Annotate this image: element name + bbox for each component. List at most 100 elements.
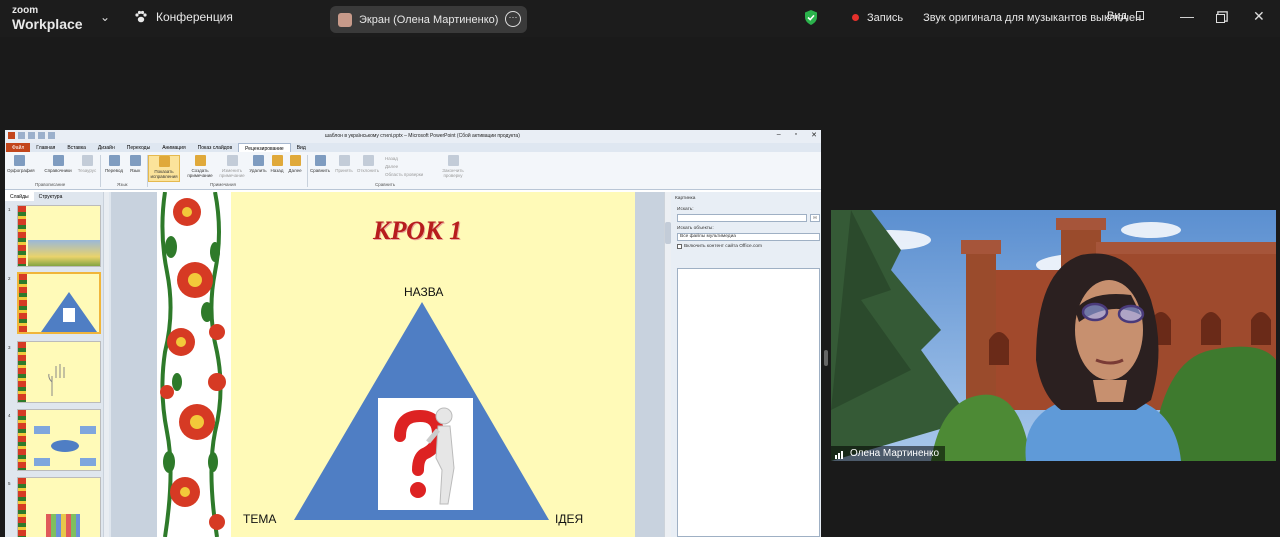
media-type-select[interactable]: Все файлы мультимедиа (677, 233, 820, 241)
record-dot-icon (852, 14, 859, 21)
tab-review[interactable]: Рецензирование (238, 143, 291, 152)
ribbon-tabs: Файл Главная Вставка Дизайн Переходы Ани… (5, 143, 821, 152)
slide-number: 2 (8, 276, 11, 281)
participant-video[interactable] (831, 210, 1276, 461)
chevron-down-icon[interactable]: ⌄ (100, 10, 110, 24)
new-comment-button[interactable]: Создать примечание (185, 155, 215, 178)
view-button[interactable]: Вид (1107, 10, 1144, 22)
tab-slides[interactable]: Слайды (5, 192, 34, 201)
signal-icon (835, 450, 843, 459)
minimize-icon[interactable]: — (1180, 8, 1194, 24)
clipart-results[interactable] (677, 268, 820, 537)
zoom-logo: zoom Workplace (12, 5, 83, 32)
recording-label[interactable]: Запись (867, 12, 903, 24)
end-review-button[interactable]: Закончить проверку (439, 155, 467, 178)
group-language: Язык (117, 182, 128, 187)
compare-icon (314, 155, 326, 166)
sunflowers-image (28, 240, 100, 266)
clipart-search-input[interactable] (677, 214, 807, 222)
screen-share-pill[interactable]: Экран (Олена Мартиненко) ··· (330, 6, 527, 33)
slide-thumbnail-5[interactable] (17, 477, 101, 537)
tab-home[interactable]: Главная (30, 143, 61, 152)
edit-comment-button[interactable]: Изменить примечание (217, 155, 247, 178)
screen-share-label: Экран (Олена Мартиненко) (359, 13, 499, 26)
label-top: НАЗВА (404, 285, 444, 299)
tab-design[interactable]: Дизайн (92, 143, 121, 152)
reject-button[interactable]: Отклонить (356, 155, 380, 173)
tab-file[interactable]: Файл (6, 143, 31, 152)
group-proofing: Правописание (35, 182, 66, 187)
slide-number: 3 (8, 345, 11, 350)
avatar (338, 12, 352, 27)
review-prev[interactable]: Назад (385, 155, 423, 163)
ppt-window-controls[interactable]: – ▫ ✕ (777, 131, 817, 139)
reject-label: Отклонить (356, 168, 380, 173)
delete-comment-button[interactable]: Удалить (248, 155, 268, 173)
slide-scrollbar[interactable] (664, 192, 671, 537)
ornament-strip (18, 342, 26, 402)
edit-comment-label: Изменить примечание (219, 168, 245, 178)
spelling-button[interactable]: Орфография (7, 155, 35, 173)
office-checkbox-row[interactable]: Включить контент сайта Office.com (677, 244, 762, 249)
triangle-thumb (41, 292, 97, 332)
tab-slideshow[interactable]: Показ слайдов (192, 143, 238, 152)
delete-icon (252, 155, 264, 166)
thumbnails-scrollbar[interactable] (103, 192, 109, 537)
accept-button[interactable]: Принять (332, 155, 356, 173)
delete-label: Удалить (249, 168, 267, 173)
logo-line2: Workplace (12, 16, 83, 32)
clipart-title: Картинка (675, 196, 696, 201)
slide-number: 5 (8, 481, 11, 486)
label-right: ІДЕЯ (555, 512, 584, 526)
tab-insert[interactable]: Вставка (61, 143, 92, 152)
ppt-close-icon[interactable]: ✕ (811, 131, 817, 139)
compare-label: Сравнить (309, 168, 331, 173)
tab-animation[interactable]: Анимация (156, 143, 191, 152)
slide-edit-area: КРОК 1 НАЗВА ТЕМА ІДЕЯ (111, 192, 671, 537)
language-button[interactable]: Язык (123, 155, 147, 173)
tab-view[interactable]: Вид (291, 143, 312, 152)
restore-icon[interactable] (1216, 10, 1225, 26)
references-button[interactable]: Справочники (43, 155, 73, 173)
translate-label: Перевод (104, 168, 124, 173)
ppt-title-bar: шаблон в українському стилі.pptx – Micro… (5, 130, 821, 143)
meeting-info-button[interactable]: Конференция (134, 10, 233, 24)
view-label: Вид (1107, 10, 1127, 22)
shield-icon[interactable] (804, 10, 818, 25)
ppt-minimize-icon[interactable]: – (777, 131, 781, 139)
tab-outline[interactable]: Структура (34, 192, 68, 201)
office-checkbox[interactable] (677, 244, 682, 249)
slide-number: 4 (8, 413, 11, 418)
next-comment-button[interactable]: Далее (286, 155, 304, 173)
review-next[interactable]: Далее (385, 163, 423, 171)
accept-label: Принять (335, 168, 353, 173)
end-review-label: Закончить проверку (442, 168, 464, 178)
previous-comment-button[interactable]: Назад (268, 155, 286, 173)
slide-canvas[interactable]: КРОК 1 НАЗВА ТЕМА ІДЕЯ (157, 192, 635, 537)
slide-thumbnail-2[interactable] (17, 272, 101, 334)
ribbon-separator (100, 155, 101, 187)
slide-thumbnail-3[interactable] (17, 341, 101, 403)
slides-panel-tabs: Слайды Структура (5, 192, 111, 201)
splitter-handle[interactable] (824, 350, 828, 366)
logo-line1: zoom (12, 5, 39, 16)
ppt-maximize-icon[interactable]: ▫ (795, 131, 797, 139)
group-comments: Примечания (210, 182, 236, 187)
reviewing-pane[interactable]: Область проверки (385, 171, 423, 179)
show-corrections-button[interactable]: Показать исправления (148, 155, 180, 182)
reject-icon (362, 155, 374, 166)
close-icon[interactable]: ✕ (1253, 8, 1265, 25)
more-icon[interactable]: ··· (505, 11, 521, 27)
ribbon-review: Орфография Справочники Тезаурус Правопис… (5, 152, 821, 190)
slide-thumbnail-4[interactable] (17, 409, 101, 471)
compare-button[interactable]: Сравнить (308, 155, 332, 173)
quick-access-toolbar[interactable] (8, 132, 55, 139)
review-nav-list: Назад Далее Область проверки (385, 155, 423, 179)
clipart-search-button[interactable]: Н (810, 214, 820, 222)
edit-comment-icon (226, 155, 238, 166)
thesaurus-label: Тезаурус (77, 168, 97, 173)
tab-transitions[interactable]: Переходы (121, 143, 156, 152)
slide-thumbnail-1[interactable] (17, 205, 101, 267)
thesaurus-button[interactable]: Тезаурус (75, 155, 99, 173)
slide-title: КРОК 1 (373, 216, 463, 245)
